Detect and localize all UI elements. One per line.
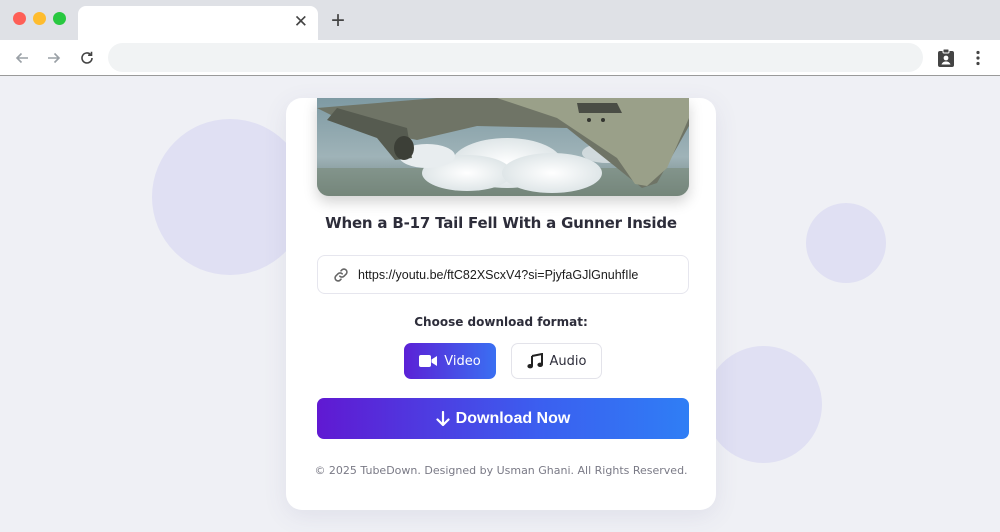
extension-button[interactable] [935, 46, 957, 70]
bomber-plane-image [317, 98, 689, 196]
arrow-right-icon [48, 52, 61, 64]
url-value: https://youtu.be/ftC82XScxV4?si=PjyfaGJl… [358, 267, 639, 282]
downloader-card: When a B-17 Tail Fell With a Gunner Insi… [286, 98, 716, 510]
browser-tab-bar: ✕ + [0, 0, 1000, 40]
download-label: Download Now [455, 409, 571, 427]
forward-button[interactable] [42, 46, 66, 70]
back-button[interactable] [10, 46, 34, 70]
arrow-left-icon [15, 52, 28, 64]
audio-format-label: Audio [549, 353, 587, 369]
tab-close-icon[interactable]: ✕ [294, 12, 308, 32]
address-bar[interactable] [108, 43, 923, 72]
download-button[interactable]: Download Now [317, 398, 689, 439]
link-icon [332, 266, 350, 284]
browser-tab[interactable]: ✕ [78, 6, 318, 40]
audio-format-button[interactable]: Audio [511, 343, 602, 379]
reload-button[interactable] [75, 46, 99, 70]
video-camera-icon [419, 355, 438, 367]
url-input[interactable]: https://youtu.be/ftC82XScxV4?si=PjyfaGJl… [317, 255, 689, 294]
browser-menu-button[interactable] [967, 46, 989, 70]
decorative-circle [705, 346, 822, 463]
browser-toolbar [0, 40, 1000, 76]
video-format-button[interactable]: Video [404, 343, 496, 379]
window-close-dot[interactable] [13, 12, 26, 25]
window-minimize-dot[interactable] [33, 12, 46, 25]
arrow-down-icon [436, 410, 450, 426]
kebab-menu-icon [976, 50, 980, 66]
decorative-circle [152, 119, 308, 275]
video-thumbnail [317, 98, 689, 196]
clipboard-user-icon [938, 48, 954, 67]
reload-icon [81, 51, 93, 64]
new-tab-button[interactable]: + [331, 8, 345, 34]
video-format-label: Video [444, 353, 481, 369]
video-title: When a B-17 Tail Fell With a Gunner Insi… [325, 214, 677, 232]
format-label: Choose download format: [414, 315, 588, 329]
footer-copyright: © 2025 TubeDown. Designed by Usman Ghani… [314, 464, 688, 477]
window-maximize-dot[interactable] [53, 12, 66, 25]
music-note-icon [526, 353, 543, 369]
decorative-circle [806, 203, 886, 283]
